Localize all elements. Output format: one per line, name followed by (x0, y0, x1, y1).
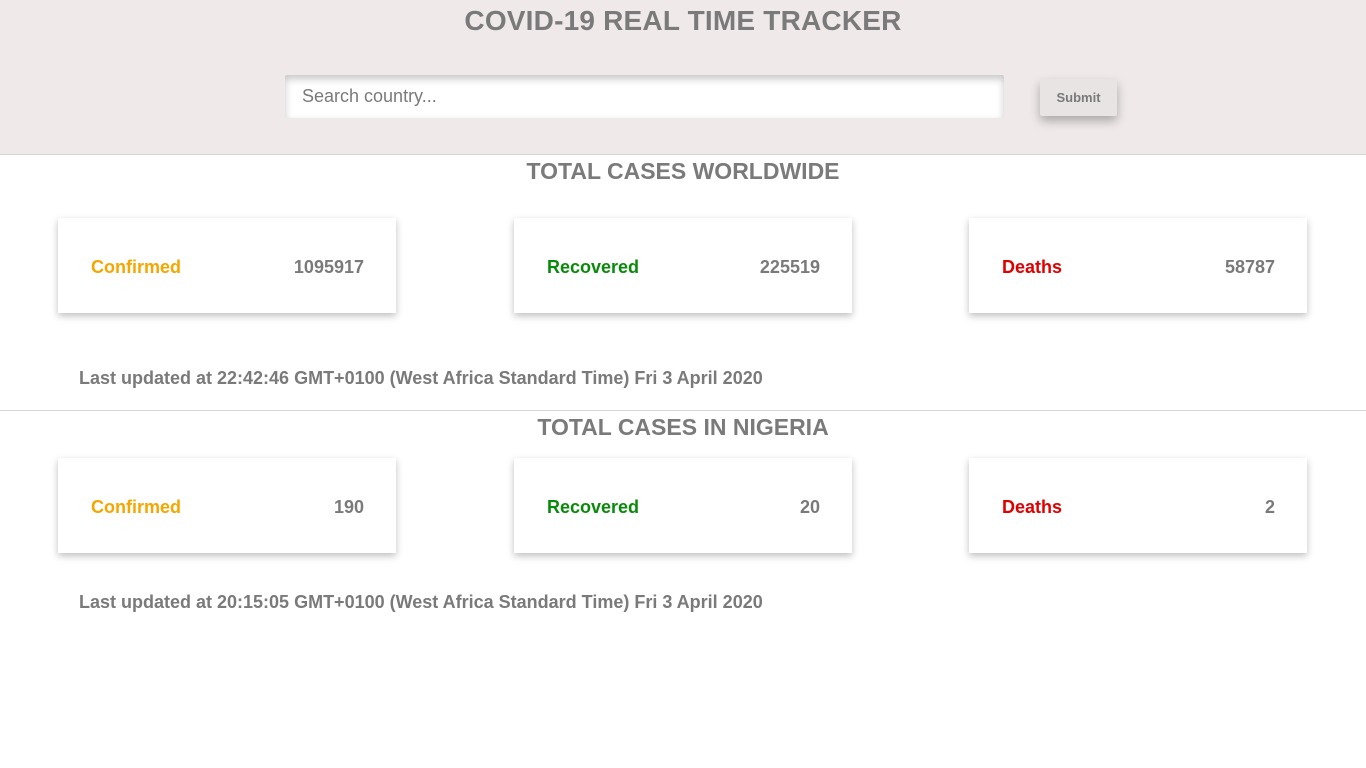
deaths-label: Deaths (1002, 497, 1063, 517)
deaths-label: Deaths (1002, 257, 1063, 277)
worldwide-section-title: TOTAL CASES WORLDWIDE (526, 158, 840, 184)
country-recovered-card: Recovered 20 (514, 458, 852, 553)
confirmed-label: Confirmed (91, 497, 181, 517)
section-divider (0, 410, 1366, 411)
deaths-value: 58787 (1224, 257, 1275, 277)
recovered-label: Recovered (547, 497, 640, 517)
page-header: COVID-19 REAL TIME TRACKER Submit (0, 0, 1366, 155)
country-deaths-card: Deaths 2 (969, 458, 1307, 553)
deaths-value: 2 (1264, 497, 1275, 517)
confirmed-label: Confirmed (91, 257, 181, 277)
country-section-title: TOTAL CASES IN NIGERIA (537, 414, 829, 440)
confirmed-value: 190 (333, 497, 364, 517)
submit-button[interactable]: Submit (1040, 79, 1117, 116)
worldwide-recovered-card: Recovered 225519 (514, 218, 852, 313)
recovered-value: 225519 (759, 257, 820, 277)
worldwide-deaths-card: Deaths 58787 (969, 218, 1307, 313)
confirmed-value: 1095917 (293, 257, 364, 277)
worldwide-confirmed-card: Confirmed 1095917 (58, 218, 396, 313)
recovered-value: 20 (799, 497, 820, 517)
app-title: COVID-19 REAL TIME TRACKER (464, 5, 902, 36)
worldwide-last-updated: Last updated at 22:42:46 GMT+0100 (West … (79, 368, 763, 388)
search-input[interactable] (285, 75, 1004, 118)
recovered-label: Recovered (547, 257, 640, 277)
country-last-updated: Last updated at 20:15:05 GMT+0100 (West … (79, 592, 763, 612)
country-confirmed-card: Confirmed 190 (58, 458, 396, 553)
